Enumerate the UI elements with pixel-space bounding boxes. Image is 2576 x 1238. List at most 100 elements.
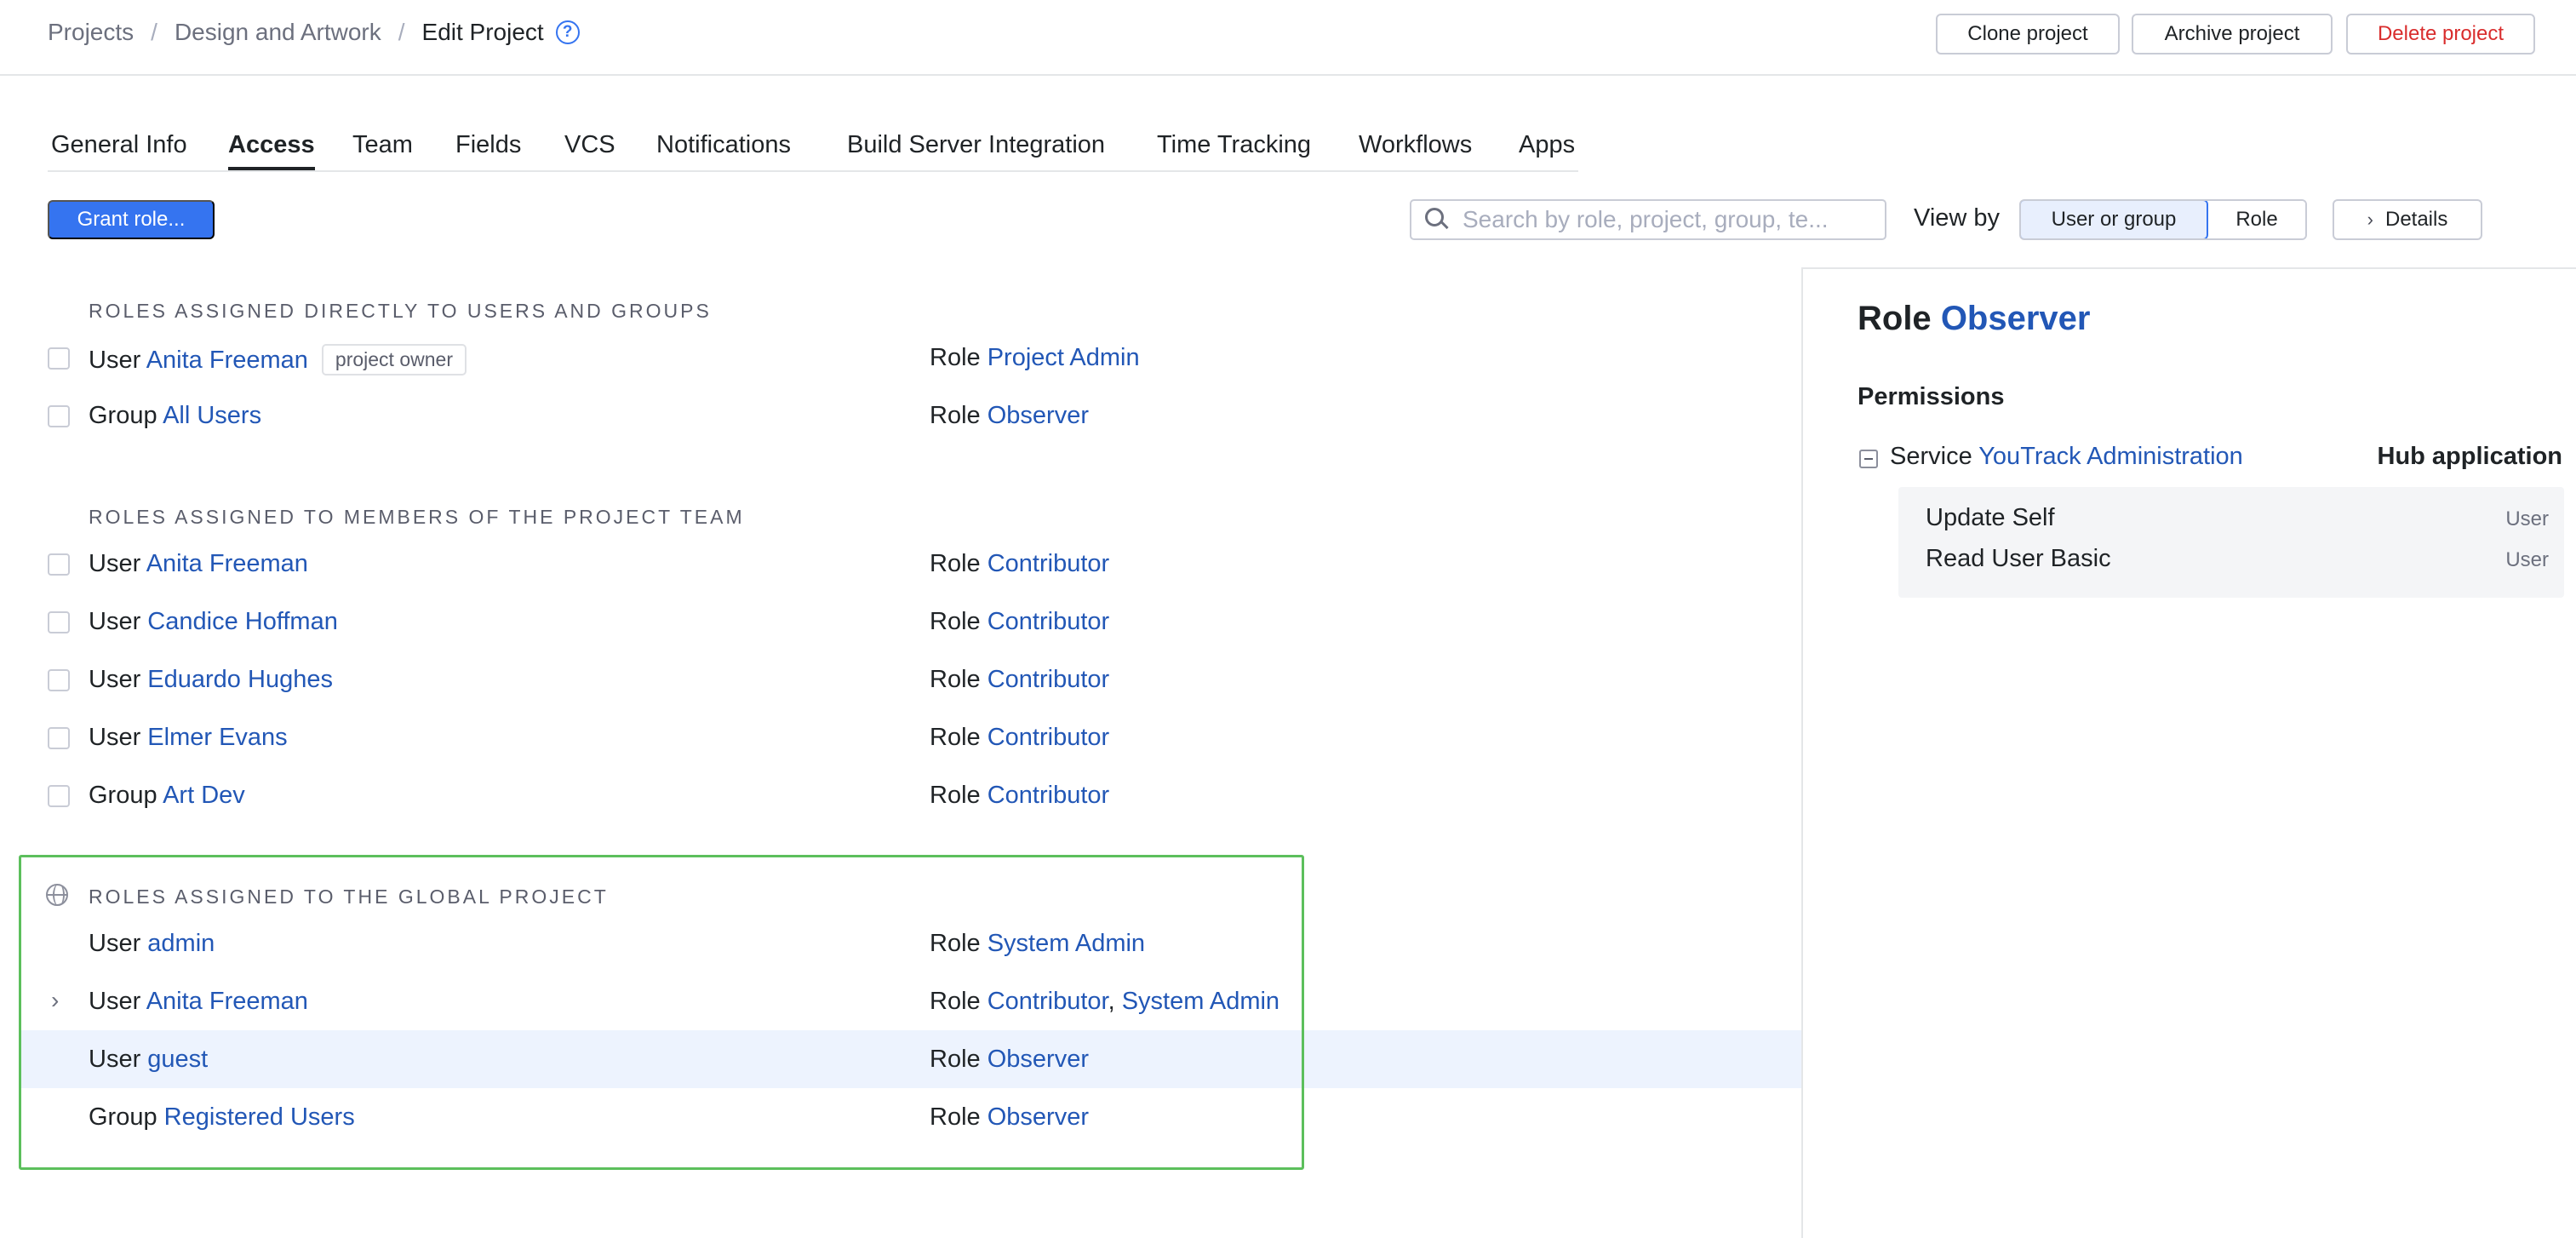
subject-type: User	[89, 1046, 141, 1073]
row-checkbox[interactable]	[48, 727, 70, 749]
row-subject: Group All Users	[89, 402, 261, 430]
table-row: Group All Users Role Observer	[20, 387, 1801, 444]
details-label: Details	[2384, 208, 2448, 231]
view-by-role[interactable]: Role	[2208, 201, 2305, 238]
details-button[interactable]: › Details	[2333, 199, 2482, 240]
role-link[interactable]: Observer	[987, 1046, 1089, 1073]
role-prefix: Role	[930, 1103, 981, 1131]
subject-type: User	[89, 608, 141, 635]
permission-row: Read User Basic User	[1926, 545, 2549, 573]
role-link[interactable]: System Admin	[1122, 988, 1279, 1015]
tab-time-tracking[interactable]: Time Tracking	[1157, 126, 1311, 170]
clone-project-button[interactable]: Clone project	[1936, 14, 2120, 54]
subject-type: Group	[89, 402, 157, 429]
role-link[interactable]: Contributor	[987, 608, 1109, 635]
table-row: User Anita Freeman Role Contributor	[20, 535, 1801, 593]
subject-link[interactable]: All Users	[163, 402, 261, 429]
subject-link[interactable]: Registered Users	[164, 1103, 355, 1131]
role-link[interactable]: Observer	[987, 402, 1089, 429]
project-owner-badge: project owner	[321, 344, 467, 375]
tab-vcs[interactable]: VCS	[564, 126, 615, 170]
tab-fields[interactable]: Fields	[455, 126, 521, 170]
row-checkbox[interactable]	[48, 669, 70, 691]
role-link[interactable]: Contributor	[987, 782, 1109, 809]
row-role: Role Contributor	[930, 724, 1109, 752]
subject-link[interactable]: Candice Hoffman	[147, 608, 338, 635]
search-input[interactable]	[1463, 206, 1871, 233]
subject-type: User	[89, 724, 141, 751]
permission-row: Update Self User	[1926, 504, 2549, 532]
subject-type: Group	[89, 1103, 157, 1131]
row-subject: User admin	[89, 930, 215, 958]
row-role: Role Project Admin	[930, 344, 1140, 372]
row-checkbox[interactable]	[48, 611, 70, 633]
tab-workflows[interactable]: Workflows	[1359, 126, 1472, 170]
search-icon	[1425, 208, 1449, 232]
breadcrumb-project[interactable]: Design and Artwork	[175, 19, 381, 46]
role-prefix: Role	[930, 1046, 981, 1073]
tab-notifications[interactable]: Notifications	[656, 126, 791, 170]
subject-link[interactable]: guest	[147, 1046, 208, 1073]
role-link[interactable]: Observer	[987, 1103, 1089, 1131]
tab-build-server-integration[interactable]: Build Server Integration	[847, 126, 1105, 170]
row-subject: User Anita Freeman	[89, 988, 308, 1016]
role-link[interactable]: System Admin	[987, 930, 1145, 957]
table-row: User admin Role System Admin	[20, 914, 1801, 972]
role-link[interactable]: Project Admin	[987, 344, 1140, 371]
view-by-user-or-group[interactable]: User or group	[2021, 201, 2208, 238]
role-link[interactable]: Contributor	[987, 724, 1109, 751]
row-role: Role Observer	[930, 1046, 1089, 1074]
permissions-heading: Permissions	[1858, 383, 2005, 410]
subject-link[interactable]: Elmer Evans	[147, 724, 287, 751]
subject-type: Group	[89, 782, 157, 809]
row-checkbox[interactable]	[48, 405, 70, 427]
permission-name: Read User Basic	[1926, 545, 2111, 572]
panel-title: Role Observer	[1858, 300, 2090, 338]
grant-role-button[interactable]: Grant role...	[48, 200, 215, 239]
table-row: Group Registered Users Role Observer	[20, 1088, 1801, 1146]
subject-link[interactable]: Eduardo Hughes	[147, 666, 333, 693]
row-checkbox[interactable]	[48, 785, 70, 807]
subject-link[interactable]: Anita Freeman	[146, 347, 308, 374]
row-subject: User Eduardo Hughes	[89, 666, 333, 694]
delete-project-button[interactable]: Delete project	[2346, 14, 2535, 54]
row-checkbox[interactable]	[48, 553, 70, 576]
table-row: User Elmer Evans Role Contributor	[20, 708, 1801, 766]
tab-general-info[interactable]: General Info	[51, 126, 187, 170]
row-checkbox[interactable]	[48, 347, 70, 370]
help-icon[interactable]: ?	[555, 20, 580, 44]
role-prefix: Role	[930, 782, 981, 809]
service-link[interactable]: YouTrack Administration	[1978, 443, 2243, 470]
tab-team[interactable]: Team	[352, 126, 413, 170]
chevron-right-icon[interactable]: ›	[51, 987, 59, 1014]
project-tabs: General Info Access Team Fields VCS Noti…	[48, 126, 1578, 172]
subject-link[interactable]: Anita Freeman	[146, 988, 308, 1015]
row-role: Role System Admin	[930, 930, 1145, 958]
panel-role-link[interactable]: Observer	[1941, 300, 2091, 337]
row-subject: User Anita Freeman project owner	[89, 344, 467, 375]
tab-apps[interactable]: Apps	[1519, 126, 1575, 170]
breadcrumb-separator: /	[398, 19, 405, 45]
archive-project-button[interactable]: Archive project	[2132, 14, 2333, 54]
search-box	[1410, 199, 1886, 240]
subject-link[interactable]: Anita Freeman	[146, 550, 308, 577]
row-role: Role Contributor	[930, 550, 1109, 578]
page-title: Edit Project	[421, 19, 544, 45]
top-bar: Projects / Design and Artwork / Edit Pro…	[0, 0, 2576, 76]
role-link[interactable]: Contributor	[987, 988, 1108, 1015]
tab-access[interactable]: Access	[228, 126, 315, 170]
breadcrumb-projects[interactable]: Projects	[48, 19, 134, 46]
service-line: Service YouTrack Administration	[1890, 443, 2243, 471]
role-link[interactable]: Contributor	[987, 550, 1109, 577]
row-role: Role Observer	[930, 402, 1089, 430]
table-row-highlighted[interactable]: User guest Role Observer	[20, 1030, 1801, 1088]
role-prefix: Role	[930, 550, 981, 577]
collapse-icon[interactable]	[1859, 450, 1878, 468]
role-prefix: Role	[930, 608, 981, 635]
subject-link[interactable]: Art Dev	[163, 782, 245, 809]
chevron-right-icon: ›	[2367, 209, 2373, 230]
row-subject: Group Registered Users	[89, 1103, 355, 1132]
role-link[interactable]: Contributor	[987, 666, 1109, 693]
subject-link[interactable]: admin	[147, 930, 215, 957]
row-subject: Group Art Dev	[89, 782, 245, 810]
